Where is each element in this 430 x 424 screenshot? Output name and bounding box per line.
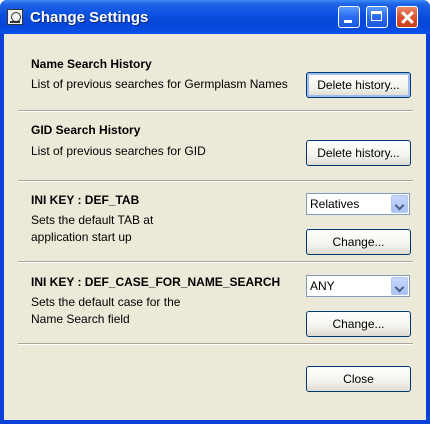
def-case-select[interactable]: ANY	[306, 275, 410, 297]
def-tab-description-line1: Sets the default TAB at	[31, 213, 154, 227]
close-window-button[interactable]	[396, 6, 418, 28]
separator	[18, 343, 413, 345]
def-tab-change-button[interactable]: Change...	[306, 229, 411, 255]
def-case-description-line1: Sets the default case for the	[31, 295, 181, 309]
separator	[18, 261, 413, 263]
window-title: Change Settings	[30, 9, 149, 26]
maximize-button[interactable]	[366, 6, 388, 28]
separator	[18, 180, 413, 182]
dialog-body: Name Search History List of previous sea…	[4, 34, 426, 420]
def-case-description-line2: Name Search field	[31, 312, 130, 326]
gid-search-history-description: List of previous searches for GID	[31, 144, 206, 158]
chevron-down-icon[interactable]	[391, 277, 408, 295]
minimize-button[interactable]	[338, 6, 360, 28]
def-tab-description-line2: application start up	[31, 230, 132, 244]
delete-name-history-button[interactable]: Delete history...	[306, 72, 411, 98]
chevron-down-icon[interactable]	[391, 195, 408, 213]
app-icon	[7, 9, 23, 25]
name-search-history-description: List of previous searches for Germplasm …	[31, 77, 288, 91]
title-bar[interactable]: Change Settings	[0, 0, 430, 34]
def-tab-select[interactable]: Relatives	[306, 193, 410, 215]
def-tab-header: INI KEY : DEF_TAB	[31, 193, 140, 207]
def-case-header: INI KEY : DEF_CASE_FOR_NAME_SEARCH	[31, 275, 281, 289]
close-button[interactable]: Close	[306, 366, 411, 392]
settings-window: Change Settings Name Search History List…	[0, 0, 430, 424]
def-case-change-button[interactable]: Change...	[306, 311, 411, 337]
def-tab-selected-value: Relatives	[310, 197, 360, 211]
gid-search-history-header: GID Search History	[31, 123, 141, 137]
name-search-history-header: Name Search History	[31, 57, 152, 71]
separator	[18, 110, 413, 112]
delete-gid-history-button[interactable]: Delete history...	[306, 140, 411, 166]
def-case-selected-value: ANY	[310, 279, 335, 293]
